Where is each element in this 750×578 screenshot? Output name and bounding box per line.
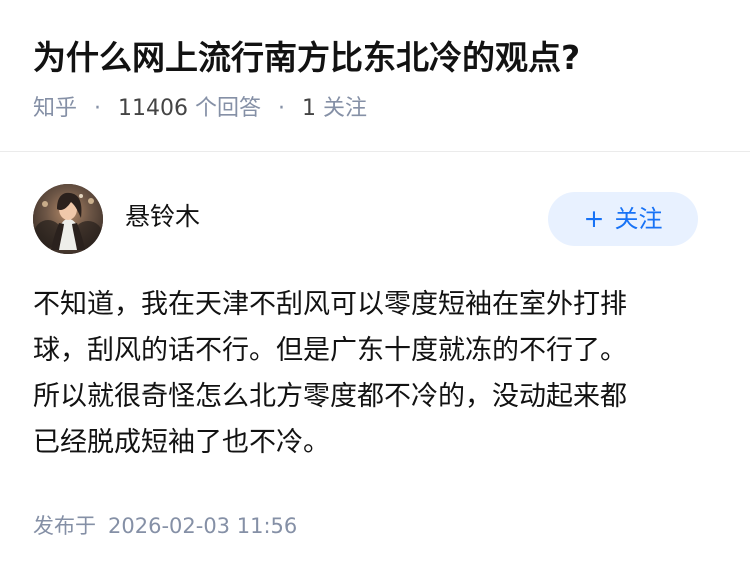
answer-line: 不知道，我在天津不刮风可以零度短袖在室外打排: [33, 289, 627, 320]
question-title[interactable]: 为什么网上流行南方比东北冷的观点?: [33, 36, 580, 80]
follow-button-label: 关注: [614, 205, 663, 233]
author-row: 悬铃木 + 关注: [33, 184, 713, 256]
author-name[interactable]: 悬铃木: [125, 199, 200, 235]
question-header: 为什么网上流行南方比东北冷的观点? 知乎 · 11406 个回答 · 1 关注: [0, 0, 750, 152]
zhihu-answer-page: 为什么网上流行南方比东北冷的观点? 知乎 · 11406 个回答 · 1 关注: [0, 0, 750, 578]
plus-icon: +: [583, 204, 605, 233]
question-meta: 知乎 · 11406 个回答 · 1 关注: [33, 92, 367, 126]
follow-button[interactable]: + 关注: [548, 192, 698, 246]
answer-body: 不知道，我在天津不刮风可以零度短袖在室外打排 球，刮风的话不行。但是广东十度就冻…: [33, 282, 723, 466]
follow-count-label: 关注: [323, 96, 368, 121]
publish-label: 发布于: [33, 514, 96, 538]
source-label[interactable]: 知乎: [33, 96, 77, 121]
meta-separator-dot: ·: [278, 96, 286, 121]
meta-separator-dot: ·: [94, 96, 102, 121]
follow-count: 1: [302, 96, 317, 121]
avatar-image-icon: [33, 184, 103, 254]
answer-count-label: 个回答: [195, 96, 262, 121]
answer-line: 球，刮风的话不行。但是广东十度就冻的不行了。: [33, 335, 627, 366]
answer-count: 11406: [118, 96, 189, 121]
answer-line: 所以就很奇怪怎么北方零度都不冷的，没动起来都: [33, 381, 627, 412]
avatar[interactable]: [33, 184, 103, 254]
publish-timestamp: 2026-02-03 11:56: [108, 514, 298, 538]
publish-time: 发布于 2026-02-03 11:56: [33, 510, 297, 542]
answer-line: 已经脱成短袖了也不冷。: [33, 427, 330, 458]
